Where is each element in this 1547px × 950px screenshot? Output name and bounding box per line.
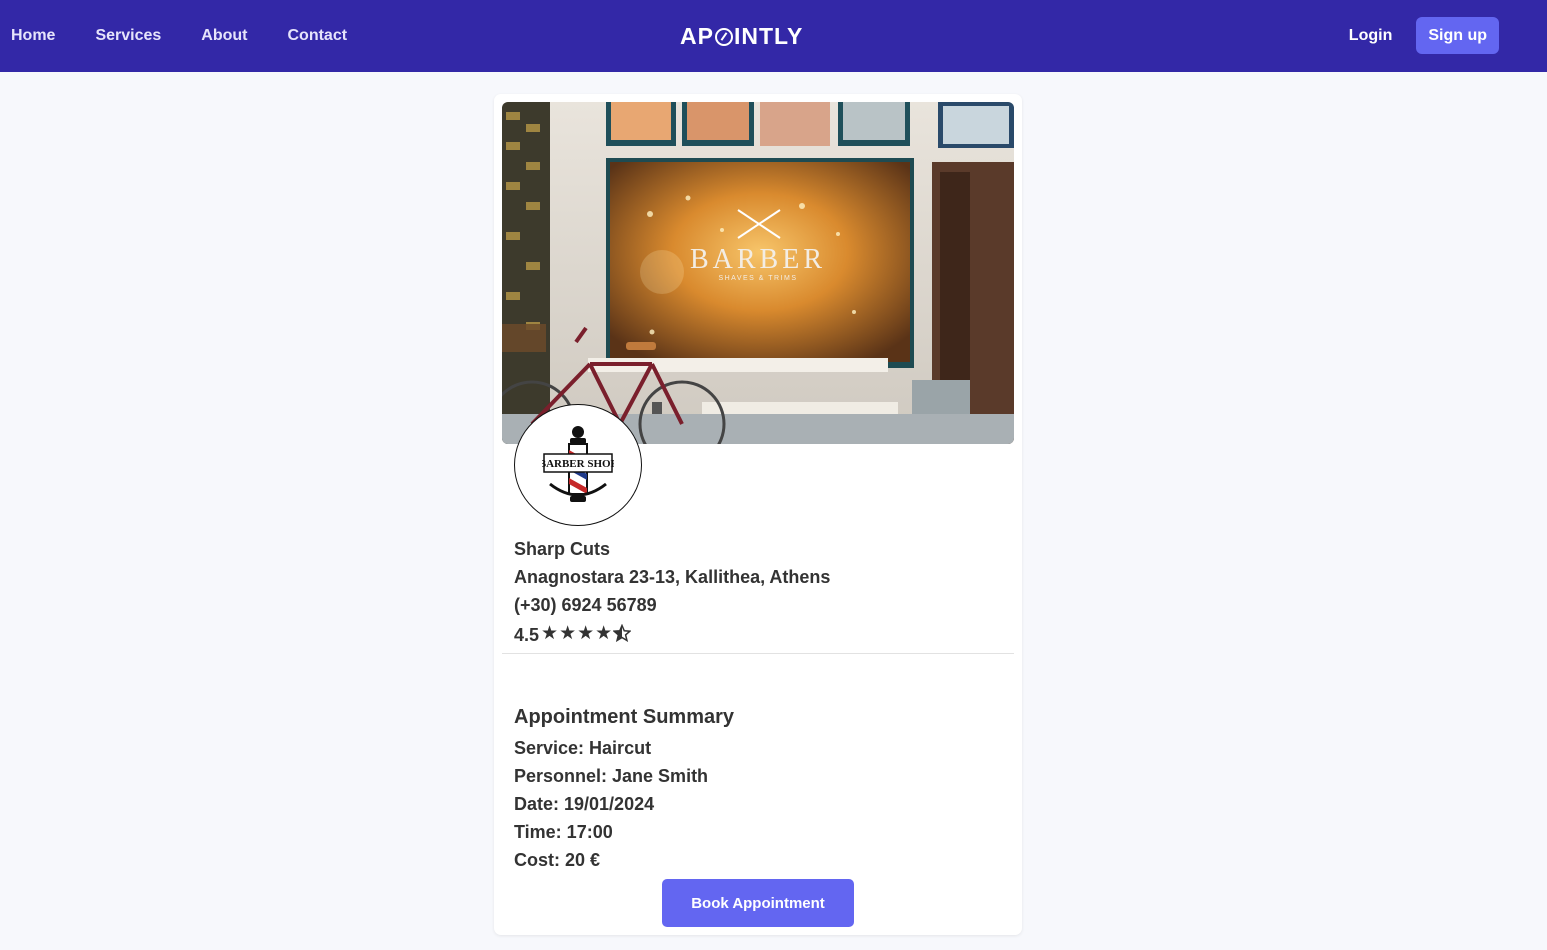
auth-actions: Login Sign up — [1349, 17, 1499, 54]
top-navigation-bar: Home Services About Contact AP INTLY Log… — [0, 0, 1547, 72]
main-nav: Home Services About Contact — [11, 27, 387, 45]
cover-sign-text: BARBER — [690, 244, 826, 275]
signup-button[interactable]: Sign up — [1416, 17, 1499, 54]
brand-logo-text-end: INTLY — [733, 23, 804, 49]
summary-personnel: Personnel: Jane Smith — [514, 766, 709, 786]
cover-sign-subtext: SHAVES & TRIMS — [718, 275, 797, 282]
brand-logo[interactable]: AP INTLY — [680, 23, 803, 50]
business-name: Sharp Cuts — [514, 539, 611, 559]
half-star-icon — [612, 623, 632, 646]
star-icon: ★ — [559, 623, 577, 644]
business-card: BARBER SHAVES & TRIMS BARBER SHOP Sharp … — [494, 94, 1022, 935]
barber-pole-icon: BARBER SHOP — [542, 426, 614, 502]
summary-cost: Cost: 20 € — [514, 850, 601, 870]
nav-home-link[interactable]: Home — [11, 27, 55, 45]
business-logo-avatar: BARBER SHOP — [514, 404, 642, 526]
book-appointment-button[interactable]: Book Appointment — [662, 879, 854, 927]
nav-about-link[interactable]: About — [201, 27, 247, 45]
clock-icon — [714, 27, 733, 46]
rating-stars: ★ ★ ★ ★ — [541, 623, 632, 646]
appointment-summary: Appointment Summary Service: Haircut Per… — [514, 705, 734, 877]
business-rating: 4.5 ★ ★ ★ ★ — [514, 621, 830, 649]
summary-time: Time: 17:00 — [514, 822, 613, 842]
summary-date: Date: 19/01/2024 — [514, 794, 655, 814]
section-divider — [502, 653, 1014, 654]
nav-contact-link[interactable]: Contact — [288, 27, 348, 45]
star-icon: ★ — [541, 623, 559, 644]
barbershop-storefront-image: BARBER SHAVES & TRIMS — [502, 102, 1014, 444]
nav-services-link[interactable]: Services — [95, 27, 161, 45]
brand-logo-text-start: AP — [680, 23, 714, 49]
logo-text: BARBER SHOP — [542, 458, 614, 470]
star-icon: ★ — [577, 623, 595, 644]
business-phone: (+30) 6924 56789 — [514, 595, 657, 615]
login-link[interactable]: Login — [1349, 27, 1393, 45]
business-info: Sharp Cuts Anagnostara 23-13, Kallithea,… — [514, 537, 830, 649]
summary-service: Service: Haircut — [514, 738, 652, 758]
cover-photo: BARBER SHAVES & TRIMS — [502, 102, 1014, 444]
rating-value: 4.5 — [514, 625, 540, 645]
summary-title: Appointment Summary — [514, 706, 735, 728]
business-address: Anagnostara 23-13, Kallithea, Athens — [514, 567, 831, 587]
star-icon: ★ — [595, 623, 613, 644]
